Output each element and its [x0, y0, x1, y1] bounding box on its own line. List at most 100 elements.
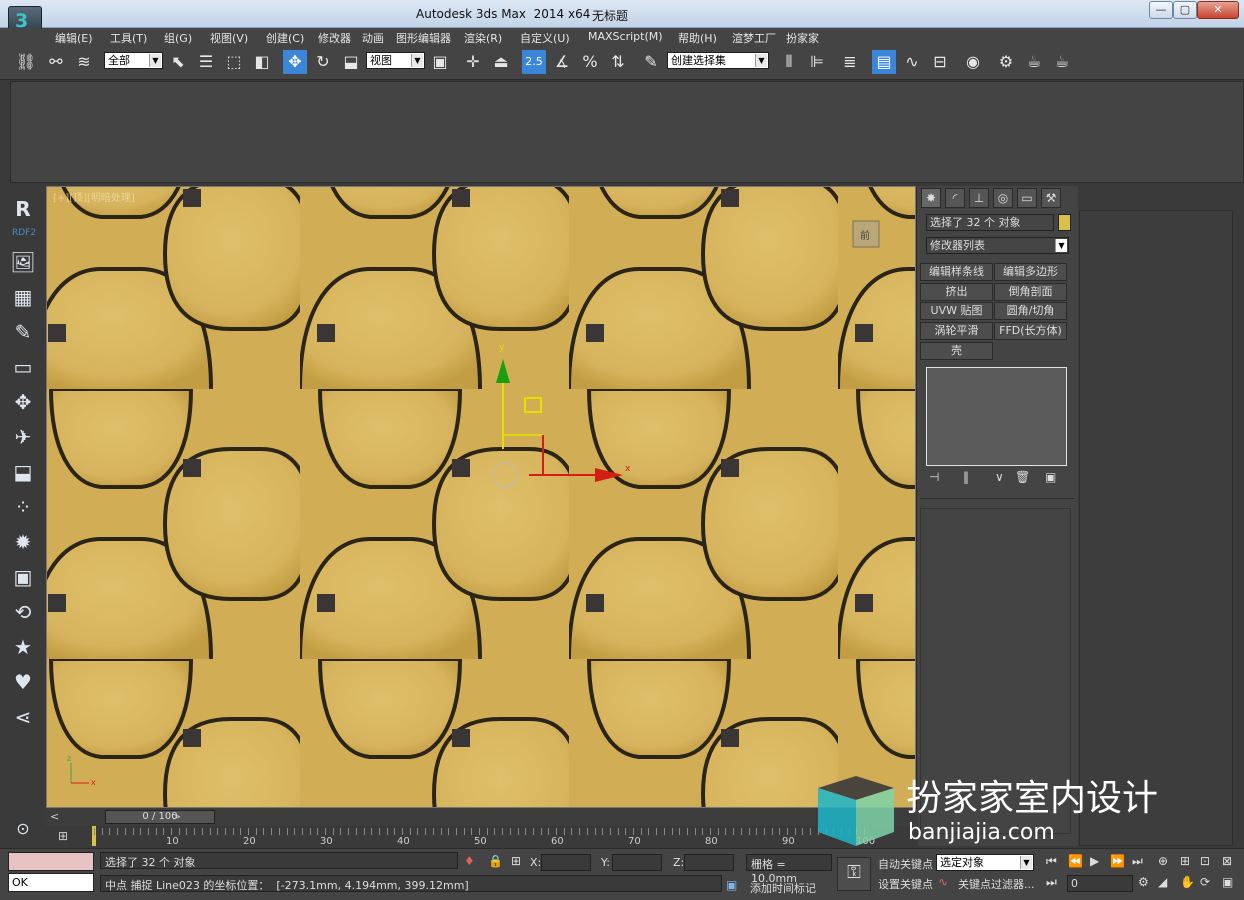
edit-named-selection-icon[interactable]: ✎	[639, 50, 663, 74]
track-bar[interactable]: ⊞ 10 20 30 40 50 60 70 80 90 100	[46, 826, 918, 848]
link-icon[interactable]: ⛓	[14, 50, 38, 74]
menu-help[interactable]: 帮助(H)	[678, 30, 717, 46]
bevel-profile-button[interactable]: 倒角剖面	[994, 283, 1067, 301]
isolate-icon[interactable]: ♦	[464, 854, 475, 868]
selection-name-field[interactable]: 选择了 32 个 对象	[926, 214, 1054, 231]
back-icon[interactable]: ⊙	[10, 816, 36, 842]
field-of-view-icon[interactable]: ◢	[1158, 875, 1167, 889]
x-coord-field[interactable]	[541, 854, 591, 871]
plane-icon[interactable]: ✈	[10, 424, 36, 450]
edit-poly-button[interactable]: 编辑多边形	[994, 263, 1067, 281]
extrude-button[interactable]: 挤出	[920, 283, 993, 301]
remove-modifier-icon[interactable]: 🗑	[1015, 470, 1030, 484]
menu-animation[interactable]: 动画	[362, 30, 384, 46]
menu-xuanmeng[interactable]: 渲梦工厂	[732, 30, 776, 46]
maximize-button[interactable]: ▢	[1173, 1, 1197, 19]
configure-sets-icon[interactable]: ▣	[1045, 470, 1056, 484]
time-tag-icon[interactable]: ▣	[726, 878, 737, 892]
go-to-end-icon[interactable]: ⏭	[1132, 854, 1143, 869]
schematic-view-icon[interactable]: ⊟	[928, 50, 952, 74]
zoom-icon[interactable]: ⊕	[1158, 854, 1168, 868]
share-icon[interactable]: ⋖	[10, 704, 36, 730]
render-frame-icon[interactable]: ☕	[1022, 50, 1046, 74]
set-key-button[interactable]: 设置关键点	[878, 876, 933, 892]
maximize-viewport-icon[interactable]: ▣	[1222, 875, 1233, 889]
prev-key-icon[interactable]: ⏪	[1068, 854, 1083, 868]
manipulate-icon[interactable]: ✛	[461, 50, 485, 74]
hierarchy-tab-icon[interactable]: ⊥	[969, 188, 989, 208]
align-icon[interactable]: ⊫	[805, 50, 829, 74]
render-setup-icon[interactable]: ⚙	[994, 50, 1018, 74]
orbit-icon[interactable]: ⟳	[1200, 875, 1210, 889]
material-editor-icon[interactable]: ◉	[961, 50, 985, 74]
star-icon[interactable]: ★	[10, 634, 36, 660]
pin-stack-icon[interactable]: ⊣	[929, 470, 939, 484]
shell-button[interactable]: 壳	[920, 342, 993, 360]
key-filter-icon[interactable]: ∿	[938, 875, 948, 889]
select-and-rotate-icon[interactable]: ↻	[311, 50, 335, 74]
rect-select-region-icon[interactable]: ⬚	[222, 50, 246, 74]
maxscript-listener-mini[interactable]	[8, 852, 94, 871]
percent-snap-icon[interactable]: %	[578, 50, 602, 74]
select-object-icon[interactable]: ⬉	[166, 50, 190, 74]
select-by-name-icon[interactable]: ☰	[194, 50, 218, 74]
maxscript-input[interactable]: OK	[8, 873, 94, 892]
key-mode-dropdown[interactable]: 选定对象 ▼	[936, 854, 1034, 871]
key-mode-icon[interactable]: ⏭	[1046, 875, 1057, 890]
modify-tab-icon[interactable]: ◜	[945, 188, 965, 208]
edit-spline-button[interactable]: 编辑样条线	[920, 263, 993, 281]
move-icon[interactable]: ✥	[10, 389, 36, 415]
z-coord-field[interactable]	[684, 854, 734, 871]
trackbar-icon[interactable]: ⊞	[58, 829, 68, 843]
current-frame-field[interactable]: 0	[1067, 875, 1133, 892]
window-crossing-icon[interactable]: ◧	[250, 50, 274, 74]
zoom-extents-icon[interactable]: ⊡	[1200, 854, 1210, 868]
graphite-ribbon-icon[interactable]: ▤	[872, 50, 896, 74]
perspective-viewport[interactable]: x y z x 前 [+][顶][明暗处理]	[46, 186, 916, 808]
y-coord-field[interactable]	[612, 854, 662, 871]
view-cube-label[interactable]: 前	[860, 229, 870, 242]
reference-coord-dropdown[interactable]: 视图 ▼	[366, 52, 425, 69]
lock-icon[interactable]: 🔒	[488, 854, 503, 868]
edit-icon[interactable]: ✎	[10, 319, 36, 345]
sun-icon[interactable]: ✹	[10, 529, 36, 555]
modifier-list-dropdown[interactable]: 修改器列表 ▼	[926, 237, 1069, 254]
unlink-icon[interactable]: ⚯	[44, 50, 68, 74]
heart-icon[interactable]: ♥	[10, 669, 36, 695]
pan-view-icon[interactable]: ✋	[1180, 875, 1195, 889]
time-slider[interactable]: 0 / 100	[105, 810, 215, 824]
menu-modifiers[interactable]: 修改器	[318, 30, 351, 46]
create-tab-icon[interactable]: ✸	[921, 188, 941, 208]
menu-edit[interactable]: 编辑(E)	[55, 30, 93, 46]
spinner-snap-icon[interactable]: ⇅	[606, 50, 630, 74]
select-and-scale-icon[interactable]: ⬓	[339, 50, 363, 74]
angle-snap-icon[interactable]: ∡	[550, 50, 574, 74]
named-selection-dropdown[interactable]: 创建选择集 ▼	[667, 52, 769, 69]
uvw-map-button[interactable]: UVW 贴图	[920, 302, 993, 320]
motion-tab-icon[interactable]: ◎	[993, 188, 1013, 208]
viewport-label[interactable]: [+][顶][明暗处理]	[53, 189, 135, 204]
pivot-center-icon[interactable]: ▣	[428, 50, 452, 74]
show-end-result-icon[interactable]: ‖	[963, 470, 969, 484]
menu-create[interactable]: 创建(C)	[266, 30, 304, 46]
menu-banjiajia[interactable]: 扮家家	[786, 30, 819, 46]
next-key-icon[interactable]: ⏩	[1110, 854, 1125, 868]
modifier-stack[interactable]	[926, 367, 1067, 466]
menu-rendering[interactable]: 渲染(R)	[464, 30, 502, 46]
zoom-extents-all-icon[interactable]: ⊠	[1222, 854, 1232, 868]
plugin-logo-icon[interactable]: R	[10, 196, 36, 222]
auto-key-button[interactable]: 自动关键点	[878, 856, 933, 872]
menu-tools[interactable]: 工具(T)	[110, 30, 147, 46]
display-tab-icon[interactable]: ▭	[1017, 188, 1037, 208]
monitor-icon[interactable]: ▭	[10, 354, 36, 380]
menu-view[interactable]: 视图(V)	[210, 30, 248, 46]
close-button[interactable]: ✕	[1197, 1, 1239, 19]
add-time-tag[interactable]: 添加时间标记	[750, 880, 816, 896]
mirror-icon[interactable]: ⫴	[777, 50, 801, 74]
inbox-icon[interactable]: ⬓	[10, 459, 36, 485]
ffd-box-button[interactable]: FFD(长方体)	[994, 322, 1067, 340]
refresh-icon[interactable]: ⟲	[10, 599, 36, 625]
next-frame-icon[interactable]: >	[172, 810, 181, 823]
camera-icon[interactable]: ▣	[10, 564, 36, 590]
object-color-swatch[interactable]	[1058, 214, 1071, 231]
